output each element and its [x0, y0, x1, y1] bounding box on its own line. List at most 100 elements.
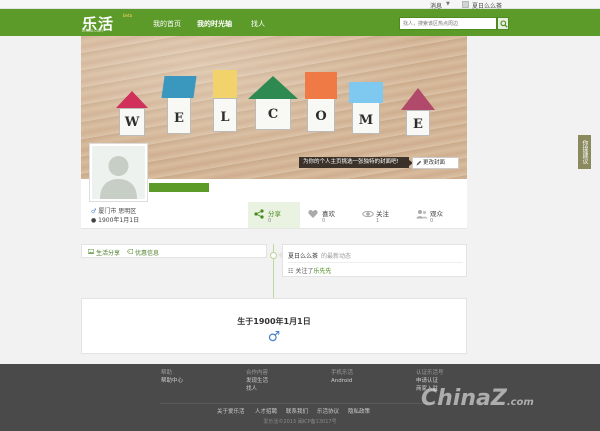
user-silhouette-icon: [92, 146, 145, 199]
pencil-icon: [416, 160, 422, 166]
house-roof: [116, 91, 148, 108]
avatar[interactable]: [89, 143, 148, 202]
stat-count: 0: [322, 218, 326, 224]
search-box: [399, 17, 497, 30]
nav-my-timeline[interactable]: 我的时光轴: [197, 19, 232, 29]
watermark-main: ChinaZ: [421, 386, 507, 411]
welcome-house-6: M: [352, 102, 380, 134]
stat-label: 分享: [268, 210, 281, 218]
welcome-letter: C: [267, 107, 279, 122]
tab-label: 生活分享: [96, 250, 121, 257]
footer-link-about[interactable]: 关于爱乐活: [217, 407, 245, 415]
welcome-house-5: O: [307, 98, 335, 132]
footer-divider: [160, 403, 440, 404]
footer-col-head: 帮助: [161, 370, 173, 376]
house-roof: [401, 88, 435, 110]
profile-birthday: ● 1900年1月1日: [91, 215, 139, 224]
main-navbar: 乐活 beta lehuo.com 我的首页 我的时光轴 找人: [0, 9, 600, 36]
timeline-filter-tabs: 生活分享 优惠信息: [81, 244, 267, 258]
stat-count: 0: [268, 218, 272, 224]
watermark-sub: .com: [506, 397, 534, 408]
welcome-letter: O: [315, 109, 327, 124]
heart-icon: [308, 210, 318, 218]
change-cover-label: 更改封面: [423, 160, 446, 166]
welcome-house-1: W: [119, 108, 145, 136]
stat-audience[interactable]: 观众 0: [410, 202, 462, 228]
avatar-placeholder: [92, 146, 145, 199]
username-banner: [149, 183, 209, 192]
welcome-letter: E: [174, 111, 184, 126]
tab-discount-info[interactable]: 优惠信息: [127, 248, 159, 257]
stat-label: 喜欢: [322, 210, 335, 218]
footer-col-head: 手机乐活: [331, 370, 354, 376]
welcome-letter: M: [358, 113, 374, 128]
divider: [288, 262, 463, 263]
image-icon: [88, 249, 94, 254]
search-input[interactable]: [400, 18, 496, 29]
user-mini-avatar[interactable]: [462, 1, 469, 8]
male-icon: ♂: [91, 208, 97, 215]
house-roof: [248, 76, 298, 99]
activity-item: ☷ 关注了乐先先: [288, 266, 331, 275]
footer-link-terms[interactable]: 乐活协议: [317, 407, 339, 415]
welcome-house-3: L: [213, 98, 237, 132]
stat-count: 0: [430, 218, 434, 224]
activity-header: 夏日么么茶 的最新动态: [288, 251, 351, 260]
top-utility-bar: 消息 ▼ 夏日么么茶: [0, 0, 600, 10]
tab-label: 优惠信息: [135, 250, 160, 257]
search-icon: [500, 20, 508, 28]
birthday-dot: ●: [91, 217, 97, 224]
footer-col-cooperation: 合作内容 发现生活 找人: [246, 369, 268, 393]
chinaz-watermark: ChinaZ.com: [421, 386, 534, 411]
stat-shares[interactable]: 分享 0: [248, 202, 300, 228]
footer-link[interactable]: 发现生活: [246, 377, 268, 385]
birth-card: 生于1900年1月1日 ♂: [81, 298, 467, 354]
welcome-house-7: E: [406, 110, 430, 136]
footer-copyright: 爱乐活©2013 闽ICP备13017号: [263, 419, 337, 425]
house-roof: [349, 82, 383, 103]
footer-link[interactable]: 帮助中心: [161, 377, 183, 385]
welcome-letter: W: [124, 115, 140, 130]
stat-label: 观众: [430, 210, 443, 218]
follow-prefix: 关注了: [295, 268, 314, 275]
timeline-node: [270, 252, 277, 259]
house-roof: [161, 76, 197, 98]
activity-subtitle: 的最新动态: [321, 253, 352, 260]
nav-find-people[interactable]: 找人: [251, 19, 265, 29]
profile-location: ♂ 厦门市 思明区: [91, 206, 136, 215]
follow-icon: ☷: [288, 268, 294, 275]
footer-link[interactable]: Android: [331, 377, 353, 385]
share-icon: [254, 209, 264, 219]
footer-link[interactable]: 申请认证: [416, 377, 444, 385]
search-button[interactable]: [497, 17, 509, 30]
footer-col-head: 合作内容: [246, 370, 269, 376]
change-cover-button[interactable]: 更改封面: [412, 157, 459, 169]
chevron-down-icon[interactable]: ▼: [446, 1, 450, 7]
footer-link-privacy[interactable]: 隐私政策: [348, 407, 370, 415]
welcome-letter: E: [413, 117, 423, 132]
welcome-house-2: E: [167, 96, 191, 134]
site-logo[interactable]: 乐活 beta lehuo.com: [82, 13, 138, 33]
logo-beta: beta: [123, 13, 133, 18]
footer-link-contact[interactable]: 联系我们: [286, 407, 308, 415]
welcome-letter: L: [220, 110, 230, 125]
stat-likes[interactable]: 喜欢 0: [302, 202, 354, 228]
footer-col-head: 认证乐活号: [416, 370, 444, 376]
cover-hint-tooltip: 为你的个人主页挑选一张独特的封面吧!: [299, 157, 413, 168]
follow-target-link[interactable]: 乐先先: [313, 268, 331, 275]
male-icon: ♂: [267, 329, 281, 345]
location-text: 厦门市 思明区: [98, 208, 137, 215]
stat-following[interactable]: 关注 1: [356, 202, 408, 228]
feedback-side-tab[interactable]: 你提建议: [578, 135, 591, 169]
nav-my-home[interactable]: 我的首页: [153, 19, 181, 29]
footer-link-jobs[interactable]: 人才招聘: [255, 407, 277, 415]
house-roof: [213, 70, 237, 98]
footer-col-mobile: 手机乐活 Android: [331, 369, 353, 385]
activity-user[interactable]: 夏日么么茶: [288, 253, 318, 260]
stat-label: 关注: [376, 210, 389, 218]
footer-link[interactable]: 找人: [246, 385, 268, 393]
house-roof: [305, 72, 337, 99]
birthday-text: 1900年1月1日: [98, 217, 140, 224]
tab-life-share[interactable]: 生活分享: [88, 248, 120, 257]
logo-domain: lehuo.com: [82, 28, 103, 33]
